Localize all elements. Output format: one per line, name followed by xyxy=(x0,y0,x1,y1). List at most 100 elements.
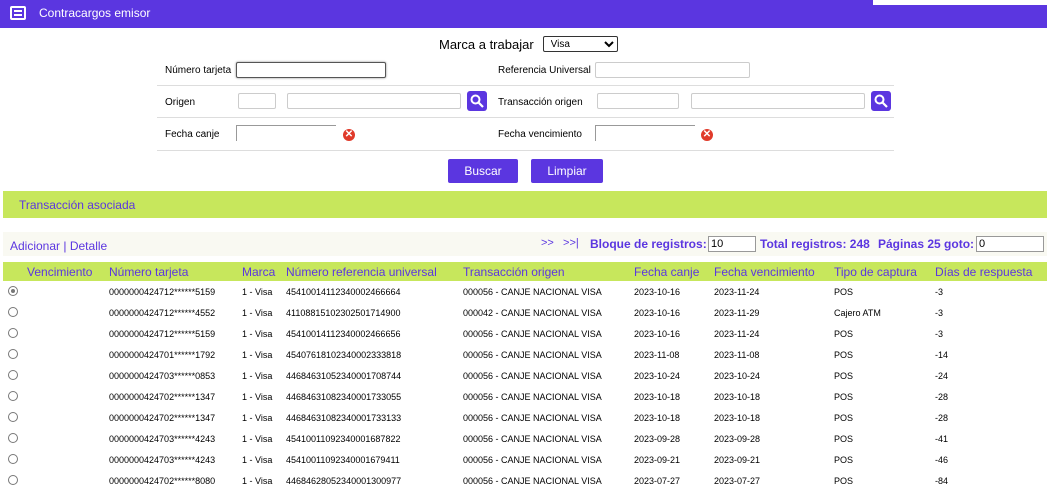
cell-numero-tarjeta: 0000000424702******8080 xyxy=(109,476,216,486)
origen-code-input[interactable] xyxy=(238,93,276,109)
transaccion-origen-code-input[interactable] xyxy=(597,93,679,109)
transaccion-origen-desc-input[interactable] xyxy=(691,93,865,109)
row-divider xyxy=(157,117,894,118)
cell-marca: 1 - Visa xyxy=(242,413,273,423)
cell-dias-respuesta: -14 xyxy=(935,350,949,360)
link-separator: | xyxy=(63,239,67,253)
col-referencia[interactable]: Número referencia universal xyxy=(286,265,437,279)
corner-panel xyxy=(873,0,1047,5)
cell-referencia: 44684628052340001300977 xyxy=(286,476,402,486)
marca-row: Marca a trabajar Visa xyxy=(439,36,618,52)
row-select-radio[interactable] xyxy=(8,454,18,464)
numero-tarjeta-label: Número tarjeta xyxy=(165,65,232,76)
row-select-radio[interactable] xyxy=(8,349,18,359)
total-registros: Total registros: 248 xyxy=(760,237,870,251)
cell-fecha-canje: 2023-07-27 xyxy=(634,476,681,486)
table-row[interactable]: 0000000424703******0853 1 - Visa 446846310… xyxy=(0,366,1047,387)
col-dias-respuesta[interactable]: Días de respuesta xyxy=(935,265,1032,279)
table-row[interactable]: 0000000424712******5159 1 - Visa 454100141… xyxy=(0,282,1047,303)
marca-select[interactable]: Visa xyxy=(542,36,618,52)
cell-referencia: 45410014112340002466664 xyxy=(286,287,401,297)
col-fecha-vencimiento[interactable]: Fecha vencimiento xyxy=(714,265,815,279)
bloque-input[interactable]: 10 xyxy=(708,236,756,252)
table-row[interactable]: 0000000424702******1347 1 - Visa 446846310… xyxy=(0,408,1047,429)
title-bar: Contracargos emisor xyxy=(0,0,1047,28)
table-row[interactable]: 0000000424701******1792 1 - Visa 454076181… xyxy=(0,345,1047,366)
table-row[interactable]: 0000000424712******4552 1 - Visa 411088151… xyxy=(0,303,1047,324)
last-page-link[interactable]: >>| xyxy=(563,237,579,249)
cell-fecha-canje: 2023-10-16 xyxy=(634,287,681,297)
table-row[interactable]: 0000000424712******5159 1 - Visa 454100141… xyxy=(0,324,1047,345)
cell-fecha-vencimiento: 2023-07-27 xyxy=(714,476,761,486)
cell-dias-respuesta: -46 xyxy=(935,455,949,465)
cell-numero-tarjeta: 0000000424702******1347 xyxy=(109,392,216,402)
cell-numero-tarjeta: 0000000424702******1347 xyxy=(109,413,216,423)
paginas-label: Páginas 25 goto: xyxy=(878,237,975,251)
table-row[interactable]: 0000000424703******4243 1 - Visa 454100110… xyxy=(0,429,1047,450)
cell-tipo-captura: POS xyxy=(834,392,854,402)
cell-dias-respuesta: -3 xyxy=(935,329,944,339)
detalle-link[interactable]: Detalle xyxy=(70,239,107,253)
cell-transaccion: 000056 - CANJE NACIONAL VISA xyxy=(463,413,602,423)
col-fecha-canje[interactable]: Fecha canje xyxy=(634,265,699,279)
limpiar-button[interactable]: Limpiar xyxy=(531,159,603,183)
fecha-vencimiento-input[interactable] xyxy=(595,125,695,141)
col-tipo-captura[interactable]: Tipo de captura xyxy=(834,265,917,279)
cell-tipo-captura: POS xyxy=(834,476,854,486)
cell-fecha-vencimiento: 2023-09-21 xyxy=(714,455,761,465)
numero-tarjeta-input[interactable] xyxy=(236,62,386,78)
referencia-universal-label: Referencia Universal xyxy=(498,65,591,76)
col-vencimiento[interactable]: Vencimiento xyxy=(27,265,92,279)
cell-fecha-canje: 2023-10-18 xyxy=(634,392,681,402)
cell-fecha-canje: 2023-09-28 xyxy=(634,434,681,444)
col-marca[interactable]: Marca xyxy=(242,265,275,279)
row-select-radio[interactable] xyxy=(8,433,18,443)
cell-tipo-captura: POS xyxy=(834,350,854,360)
table-row[interactable]: 0000000424703******4243 1 - Visa 454100110… xyxy=(0,450,1047,471)
cell-dias-respuesta: -28 xyxy=(935,392,949,402)
adicionar-link[interactable]: Adicionar xyxy=(10,239,60,253)
table-row[interactable]: 0000000424702******8080 1 - Visa 446846280… xyxy=(0,471,1047,492)
row-select-radio[interactable] xyxy=(8,412,18,422)
cell-marca: 1 - Visa xyxy=(242,371,273,381)
cell-fecha-vencimiento: 2023-11-24 xyxy=(714,329,760,339)
transaccion-search-button[interactable] xyxy=(871,91,891,111)
col-transaccion[interactable]: Transacción origen xyxy=(463,265,565,279)
fecha-canje-input[interactable] xyxy=(236,125,336,141)
window-icon xyxy=(10,6,26,20)
cell-fecha-vencimiento: 2023-10-18 xyxy=(714,392,761,402)
cell-dias-respuesta: -84 xyxy=(935,476,949,486)
row-select-radio[interactable] xyxy=(8,328,18,338)
cell-dias-respuesta: -3 xyxy=(935,287,944,297)
bloque-label: Bloque de registros: xyxy=(590,237,707,251)
cell-dias-respuesta: -41 xyxy=(935,434,949,444)
origen-search-button[interactable] xyxy=(467,91,487,111)
col-numero-tarjeta[interactable]: Número tarjeta xyxy=(109,265,188,279)
cell-transaccion: 000056 - CANJE NACIONAL VISA xyxy=(463,287,602,297)
cell-tipo-captura: Cajero ATM xyxy=(834,308,881,318)
row-select-radio[interactable] xyxy=(8,370,18,380)
row-select-radio[interactable] xyxy=(8,475,18,485)
goto-input[interactable]: 0 xyxy=(976,236,1044,252)
cell-marca: 1 - Visa xyxy=(242,350,273,360)
row-select-radio[interactable] xyxy=(8,286,18,296)
cell-fecha-canje: 2023-10-16 xyxy=(634,308,681,318)
buscar-button[interactable]: Buscar xyxy=(448,159,518,183)
cell-transaccion: 000056 - CANJE NACIONAL VISA xyxy=(463,392,602,402)
row-select-radio[interactable] xyxy=(8,307,18,317)
row-select-radio[interactable] xyxy=(8,391,18,401)
cell-numero-tarjeta: 0000000424712******5159 xyxy=(109,329,216,339)
cell-transaccion: 000056 - CANJE NACIONAL VISA xyxy=(463,455,602,465)
clear-icon[interactable]: ✕ xyxy=(701,129,713,141)
cell-fecha-vencimiento: 2023-11-08 xyxy=(714,350,760,360)
table-row[interactable]: 0000000424702******1347 1 - Visa 446846310… xyxy=(0,387,1047,408)
referencia-universal-input[interactable] xyxy=(595,62,750,78)
clear-icon[interactable]: ✕ xyxy=(343,129,355,141)
next-page-link[interactable]: >> xyxy=(541,237,554,249)
results-toolbar: Adicionar | Detalle >> >>| Bloque de reg… xyxy=(3,232,1047,256)
transaccion-origen-label: Transacción origen xyxy=(498,97,583,108)
row-divider xyxy=(157,85,894,86)
cell-referencia: 44684631082340001733055 xyxy=(286,392,402,402)
origen-desc-input[interactable] xyxy=(287,93,461,109)
cell-marca: 1 - Visa xyxy=(242,434,273,444)
